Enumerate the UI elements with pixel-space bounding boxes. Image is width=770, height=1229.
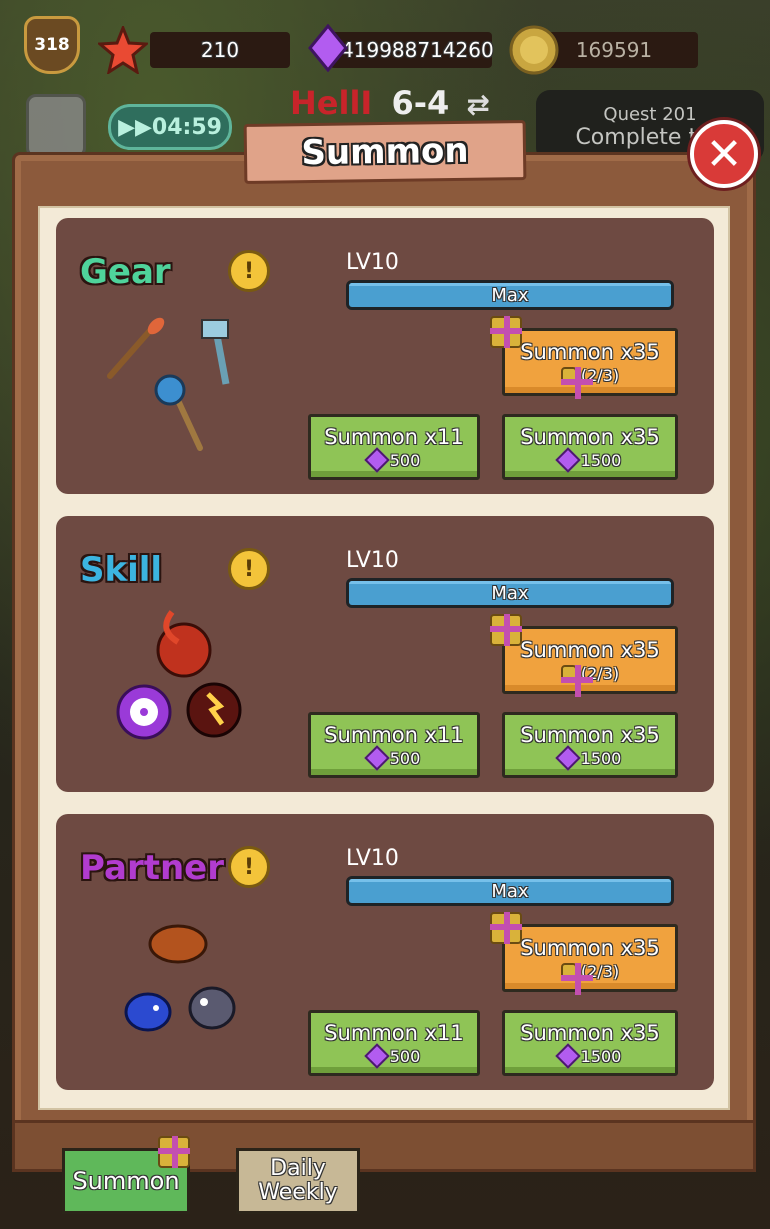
button-label: Summon x35: [520, 935, 660, 960]
ad-summon-button[interactable]: Summon x35 (2/3): [502, 328, 678, 399]
button-label: Summon x11: [324, 424, 464, 449]
cost: 500: [363, 745, 420, 771]
button-label: Summon x35: [520, 424, 660, 449]
timer-value: ▶▶04:59: [118, 114, 222, 140]
stars-value: 210: [200, 38, 240, 62]
gems-value: 1419988714260: [328, 38, 494, 62]
button-label: Summon x11: [324, 1020, 464, 1045]
level-progress-bar: Max: [346, 578, 674, 608]
stage-number: 6-4: [391, 84, 450, 122]
summon-x35-button[interactable]: Summon x35 1500: [502, 712, 678, 778]
button-label: Summon x35: [520, 722, 660, 747]
card-title: Partner: [80, 848, 225, 888]
card-title: Skill: [80, 550, 163, 590]
ad-count: (2/3): [560, 962, 619, 995]
gift-icon: [560, 665, 593, 697]
stars-counter: 210: [150, 32, 290, 68]
star-icon: [98, 26, 148, 74]
card-title: Gear: [80, 252, 171, 292]
gem-icon: [554, 745, 581, 771]
info-icon[interactable]: !: [228, 250, 270, 292]
level-label: LV10: [346, 548, 399, 573]
summon-x35-button[interactable]: Summon x35 1500: [502, 1010, 678, 1076]
button-label: Summon x35: [520, 637, 660, 662]
gem-icon: [363, 447, 390, 473]
gem-icon: [363, 1043, 390, 1069]
progress-label: Max: [491, 284, 529, 306]
cost: 1500: [554, 745, 621, 771]
info-icon[interactable]: !: [228, 548, 270, 590]
close-icon: ✕: [705, 128, 743, 180]
gift-icon: [158, 1136, 190, 1168]
gem-icon: [554, 1043, 581, 1069]
coins-value: 169591: [575, 38, 653, 62]
panel-title: Summon: [243, 120, 527, 184]
gift-icon: [490, 912, 522, 944]
cost: 1500: [554, 1043, 621, 1069]
gift-icon: [490, 614, 522, 646]
level-progress-bar: Max: [346, 876, 674, 906]
summon-x35-button[interactable]: Summon x35 1500: [502, 414, 678, 480]
cost: 1500: [554, 447, 621, 473]
level-label: LV10: [346, 846, 399, 871]
summon-x11-button[interactable]: Summon x11 500: [308, 712, 480, 778]
tab-daily-weekly[interactable]: Daily Weekly: [236, 1148, 360, 1214]
gift-icon: [560, 963, 593, 995]
gear-items-icon: [107, 317, 230, 451]
stage-mode: HellI: [290, 84, 373, 122]
progress-label: Max: [491, 880, 529, 902]
info-icon[interactable]: !: [228, 846, 270, 888]
gem-icon: [306, 24, 350, 72]
cost: 500: [363, 447, 420, 473]
tab-label: Summon: [72, 1167, 180, 1195]
cost: 500: [363, 1043, 420, 1069]
skill-orbs-icon: [116, 610, 242, 740]
skill-summon-card: Skill ! LV10 Max Summon x35 (2/3) Summon…: [56, 516, 714, 792]
button-label: Summon x35: [520, 339, 660, 364]
progress-label: Max: [491, 582, 529, 604]
partner-creatures-icon: [124, 924, 236, 1032]
level-label: LV10: [346, 250, 399, 275]
helper-icon[interactable]: [26, 94, 86, 158]
level-progress-bar: Max: [346, 280, 674, 310]
stage-indicator: HellI 6-4 ⇄: [290, 84, 490, 122]
partner-summon-card: Partner ! LV10 Max Summon x35 (2/3) Summ…: [56, 814, 714, 1090]
swap-icon[interactable]: ⇄: [466, 88, 489, 121]
close-button[interactable]: ✕: [690, 120, 758, 188]
player-level: 318: [34, 35, 70, 55]
ad-count: (2/3): [560, 366, 619, 399]
gem-icon: [363, 745, 390, 771]
gem-icon: [554, 447, 581, 473]
ad-count: (2/3): [560, 664, 619, 697]
button-label: Summon x11: [324, 722, 464, 747]
gems-counter: 1419988714260: [328, 32, 494, 68]
gift-icon: [490, 316, 522, 348]
coin-icon: [508, 24, 560, 76]
gear-summon-card: Gear ! LV10 Max Summon x35 (2/3) Summon …: [56, 218, 714, 494]
button-label: Summon x35: [520, 1020, 660, 1045]
player-level-badge[interactable]: 318: [24, 16, 80, 74]
ad-summon-button[interactable]: Summon x35 (2/3): [502, 924, 678, 995]
gift-icon: [560, 367, 593, 399]
fast-forward-timer[interactable]: ▶▶04:59: [108, 104, 232, 150]
summon-x11-button[interactable]: Summon x11 500: [308, 414, 480, 480]
tab-label: Daily Weekly: [258, 1155, 338, 1205]
summon-x11-button[interactable]: Summon x11 500: [308, 1010, 480, 1076]
ad-summon-button[interactable]: Summon x35 (2/3): [502, 626, 678, 697]
